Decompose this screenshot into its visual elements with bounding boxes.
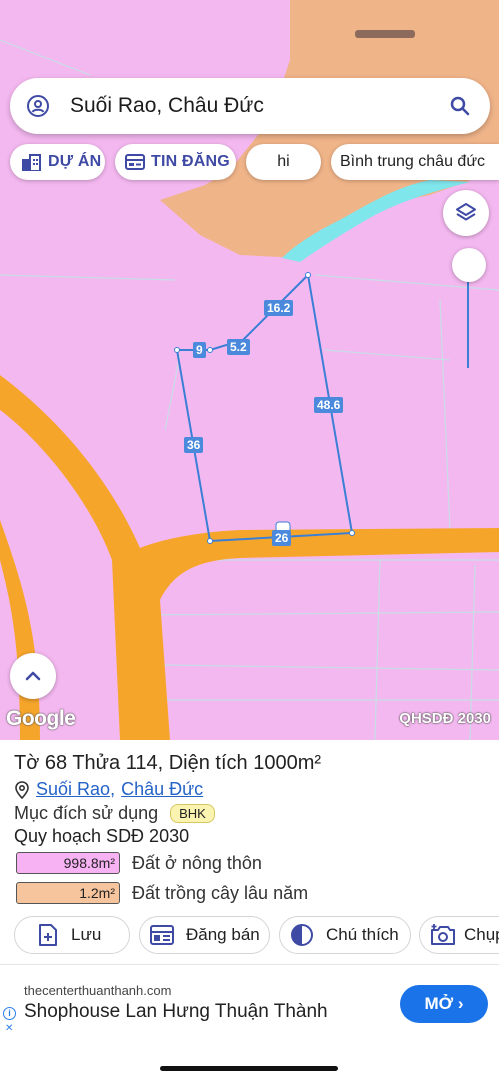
edge-label: 48.6 — [314, 397, 344, 413]
action-label: Chú thích — [326, 925, 399, 944]
parcel-info-sheet: Tờ 68 Thửa 114, Diện tích 1000m² Suối Ra… — [0, 740, 499, 964]
chip-hi[interactable]: hi — [246, 144, 321, 180]
area-value: 1.2m² — [16, 882, 120, 904]
action-label: Lưu — [71, 925, 102, 944]
chip-label: hi — [277, 153, 290, 170]
location-target-icon[interactable] — [26, 94, 50, 118]
chip-label: Bình trung châu đức — [340, 153, 486, 170]
chip-tin-dang[interactable]: TIN ĐĂNG — [115, 144, 236, 180]
edge-label: 5.2 — [227, 339, 250, 355]
area-value: 998.8m² — [16, 852, 120, 874]
save-button[interactable]: Lưu — [14, 916, 130, 954]
land-purpose: Mục đích sử dụng BHK — [14, 803, 215, 824]
ad-info-icon[interactable]: i — [3, 1007, 16, 1020]
legend-button[interactable]: Chú thích — [279, 916, 411, 954]
chip-binh-trung[interactable]: Bình trung châu đức — [331, 144, 499, 180]
ad-open-button[interactable]: MỞ › — [400, 985, 488, 1023]
ad-title[interactable]: Shophouse Lan Hưng Thuận Thành — [24, 1001, 328, 1023]
area-label: Đất ở nông thôn — [132, 852, 262, 873]
map-view[interactable]: 16.2 5.2 9 48.6 36 26 Suối Rao, Châu Đức — [0, 0, 499, 740]
building-icon — [22, 154, 41, 171]
edge-label: 26 — [272, 530, 292, 546]
legend-half-circle-icon — [291, 924, 313, 946]
action-label: Đăng bán — [186, 925, 260, 944]
post-sale-button[interactable]: Đăng bán — [139, 916, 270, 954]
ad-url: thecenterthuanthanh.com — [24, 983, 172, 998]
search-icon[interactable] — [448, 94, 472, 118]
area-label: Đất trồng cây lâu năm — [132, 882, 309, 903]
listing-icon — [125, 154, 145, 170]
edge-label: 9 — [193, 342, 206, 358]
plan-title: Quy hoạch SDĐ 2030 — [14, 826, 190, 846]
zoom-slider-handle[interactable] — [452, 248, 486, 282]
camera-add-icon — [431, 924, 455, 945]
google-logo: Google — [6, 707, 76, 730]
layers-icon — [456, 203, 476, 221]
calendar-post-icon — [150, 925, 174, 945]
parcel-title: Tờ 68 Thửa 114, Diện tích 1000m² — [14, 752, 322, 774]
scroll-up-button[interactable] — [10, 653, 56, 699]
purpose-label: Mục đích sử dụng — [14, 803, 159, 823]
map-pin-icon — [15, 780, 29, 799]
location-separator: , — [110, 779, 116, 799]
edge-label: 16.2 — [264, 300, 294, 316]
commune-link[interactable]: Suối Rao — [36, 779, 110, 800]
layers-button[interactable] — [443, 190, 489, 236]
ad-close-icon[interactable]: ✕ — [5, 1023, 13, 1034]
status-bar-smudge — [355, 30, 415, 38]
search-query[interactable]: Suối Rao, Châu Đức — [70, 94, 448, 118]
district-link[interactable]: Châu Đức — [121, 779, 203, 800]
chip-label: TIN ĐĂNG — [151, 153, 230, 170]
purpose-code-badge: BHK — [170, 804, 215, 823]
chip-label: DỰ ÁN — [48, 153, 102, 170]
map-source-label: QHSDĐ 2030 — [399, 710, 491, 727]
main-road — [0, 375, 499, 740]
area-row-residential: 998.8m² Đất ở nông thôn — [16, 852, 262, 874]
search-bar[interactable]: Suối Rao, Châu Đức — [10, 78, 490, 134]
area-row-perennial: 1.2m² Đất trồng cây lâu năm — [16, 882, 308, 904]
chevron-up-icon — [25, 671, 41, 681]
home-indicator[interactable] — [160, 1066, 338, 1071]
ad-banner[interactable]: i ✕ thecenterthuanthanh.com Shophouse La… — [0, 964, 499, 1038]
parcel-location: Suối Rao , Châu Đức — [14, 779, 203, 800]
save-plus-icon — [39, 924, 57, 946]
action-bar: Lưu Đăng bán Chú thích Chụ — [0, 916, 499, 954]
app-screen: 16.2 5.2 9 48.6 36 26 Suối Rao, Châu Đức — [0, 0, 499, 1080]
edge-label: 36 — [184, 437, 204, 453]
capture-button[interactable]: Chụp — [419, 916, 499, 954]
chip-du-an[interactable]: DỰ ÁN — [10, 144, 105, 180]
action-label: Chụp — [464, 925, 499, 944]
